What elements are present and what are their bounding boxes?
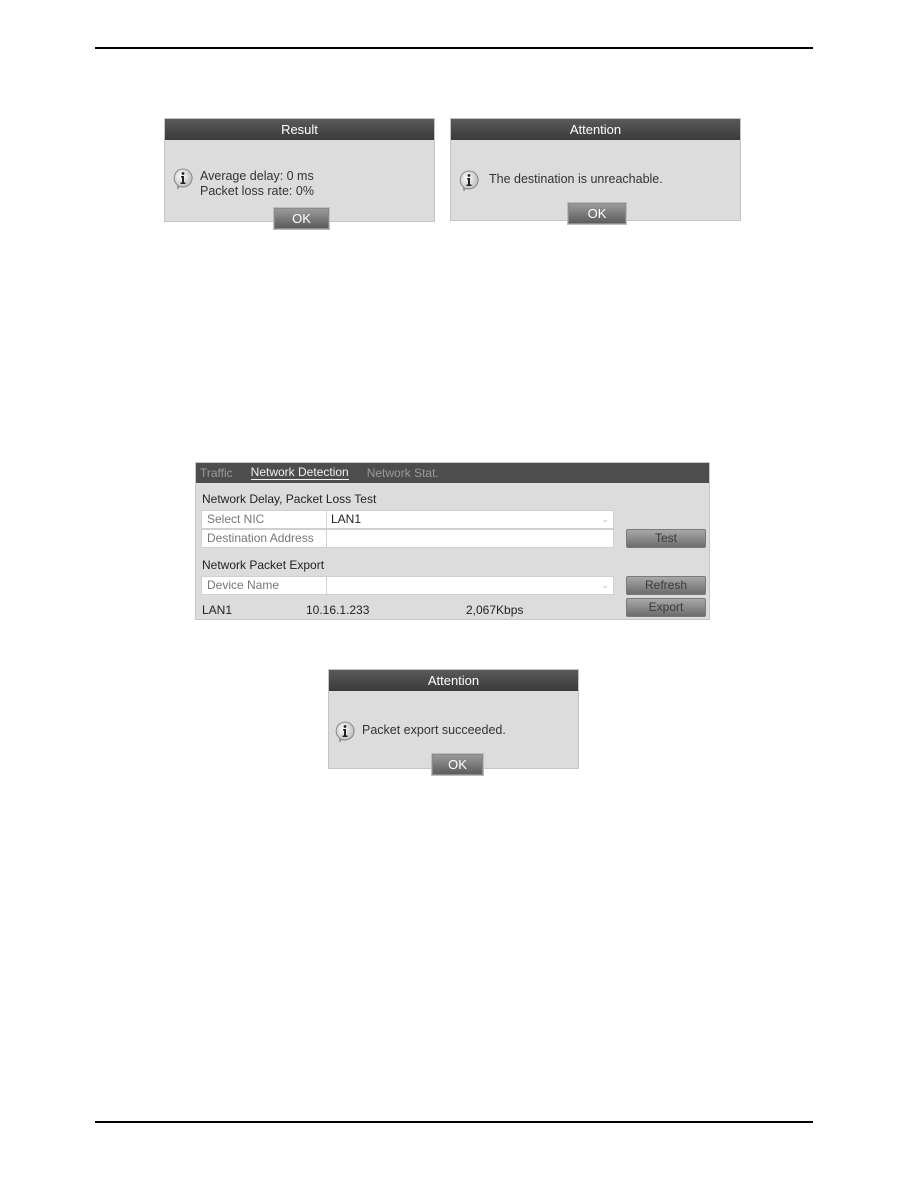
tab-traffic[interactable]: Traffic [200,466,233,480]
average-delay-text: Average delay: 0 ms [200,169,314,183]
destination-row: Destination Address [201,529,614,548]
info-icon [173,168,193,190]
export-button[interactable]: Export [626,598,706,617]
delay-test-title: Network Delay, Packet Loss Test [202,492,377,506]
nic-name: LAN1 [202,603,233,617]
dialog-title: Result [165,119,434,140]
chevron-down-icon: ⌄ [601,580,609,590]
select-nic-label: Select NIC [202,511,327,528]
unreachable-message: The destination is unreachable. [489,172,663,186]
export-success-message: Packet export succeeded. [362,723,506,737]
dialog-title: Attention [451,119,740,140]
test-button[interactable]: Test [626,529,706,548]
device-name-label: Device Name [202,577,327,594]
packet-loss-text: Packet loss rate: 0% [200,184,314,198]
info-icon [335,721,355,743]
destination-input[interactable] [327,530,613,547]
dialog-title: Attention [329,670,578,691]
chevron-down-icon: ⌄ [601,514,609,524]
result-dialog: Result Average delay: 0 ms Packet loss r… [164,118,435,230]
select-nic-row: Select NIC LAN1 ⌄ [201,510,614,529]
ok-button[interactable]: OK [567,202,627,225]
tab-network-detection[interactable]: Network Detection [250,466,349,480]
header-rule [95,47,813,49]
device-name-dropdown[interactable]: ⌄ [327,577,613,594]
ok-button[interactable]: OK [431,753,484,776]
nic-rate: 2,067Kbps [466,603,524,617]
footer-rule [95,1121,813,1123]
result-message: Average delay: 0 ms Packet loss rate: 0% [200,169,314,199]
destination-label: Destination Address [202,530,327,547]
unreachable-dialog: Attention The destination is unreachable… [450,118,741,225]
ok-button[interactable]: OK [273,207,330,230]
export-success-dialog: Attention Packet export succeeded. OK [328,669,579,776]
nic-ip: 10.16.1.233 [306,603,370,617]
select-nic-value: LAN1 [331,512,362,526]
info-icon [459,170,479,192]
tab-bar: Traffic Network Detection Network Stat. [196,463,709,483]
device-name-row: Device Name ⌄ [201,576,614,595]
refresh-button[interactable]: Refresh [626,576,706,595]
tab-network-stat[interactable]: Network Stat. [367,466,439,480]
packet-export-title: Network Packet Export [202,558,325,572]
manual-page: Result Average delay: 0 ms Packet loss r… [0,0,918,1188]
select-nic-dropdown[interactable]: LAN1 ⌄ [327,511,613,528]
network-detection-panel: Traffic Network Detection Network Stat. … [195,462,710,620]
